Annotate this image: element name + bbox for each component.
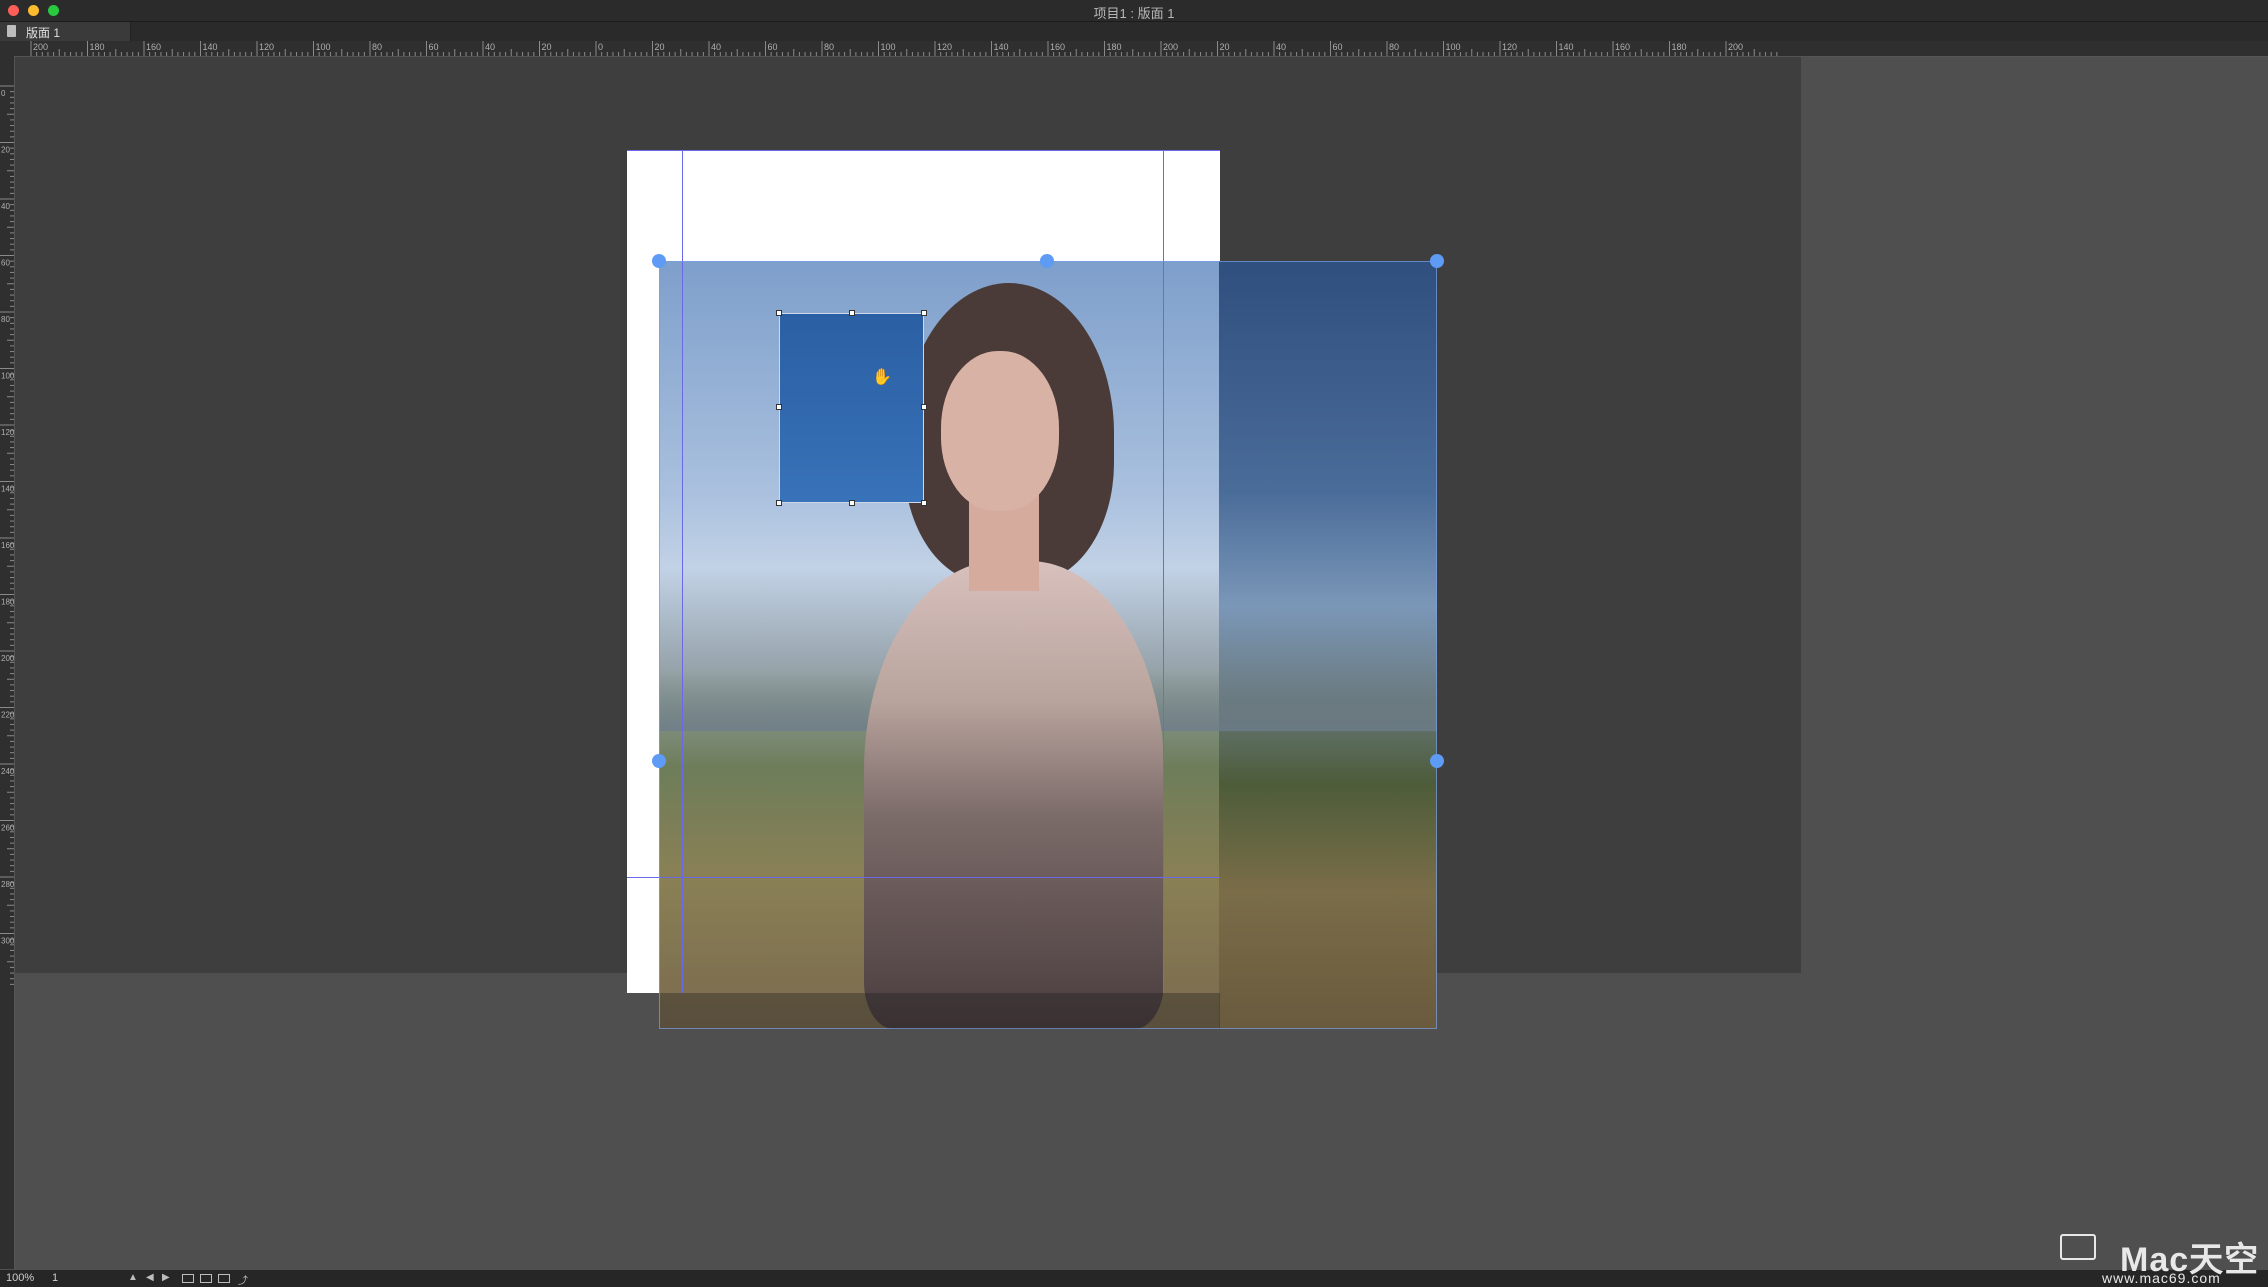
ruler-label: 260 <box>1 824 14 833</box>
resize-handle-top-right[interactable] <box>1430 254 1444 268</box>
ruler-label: 60 <box>768 42 778 52</box>
pasteboard[interactable]: ✋ <box>15 57 1801 1029</box>
ruler-label: 240 <box>1 767 14 776</box>
watermark-logo-icon <box>2060 1234 2096 1260</box>
ruler-label: 160 <box>146 42 161 52</box>
ruler-label: 80 <box>824 42 834 52</box>
ruler-label: 60 <box>1333 42 1343 52</box>
resize-handle-top-left[interactable] <box>652 254 666 268</box>
content-handle-bottom-right[interactable] <box>921 500 927 506</box>
ruler-label: 80 <box>1389 42 1399 52</box>
horizontal-ruler-ticks: 200 180 160 140 120 100 80 60 40 20 0 20 40 60 80 100 12… <box>30 41 1778 56</box>
ruler-label: 0 <box>1 89 6 98</box>
ruler-label: 40 <box>485 42 495 52</box>
ruler-label: 20 <box>542 42 552 52</box>
ruler-label: 120 <box>1502 42 1517 52</box>
ruler-label: 280 <box>1 880 14 889</box>
ruler-label: 100 <box>1446 42 1461 52</box>
status-bar: 100% 1 ▲ ◀ ▶ ⤴ <box>0 1270 2268 1287</box>
content-handle-top-left[interactable] <box>776 310 782 316</box>
ruler-label: 60 <box>429 42 439 52</box>
ruler-label: 180 <box>1107 42 1122 52</box>
hand-cursor-icon: ✋ <box>872 369 892 386</box>
previous-page-icon[interactable]: ◀ <box>146 1272 154 1283</box>
content-handle-top-center[interactable] <box>849 310 855 316</box>
view-mode-3-icon[interactable] <box>218 1274 230 1283</box>
resize-handle-middle-left[interactable] <box>652 754 666 768</box>
document-icon <box>7 25 16 37</box>
ruler-label: 160 <box>1615 42 1630 52</box>
title-bar: 项目1 : 版面 1 <box>0 0 2268 22</box>
guide-top-margin[interactable] <box>627 150 1220 151</box>
ruler-label: 80 <box>1 315 10 324</box>
ruler-label: 60 <box>1 259 10 268</box>
ruler-label: 180 <box>1672 42 1687 52</box>
ruler-label: 200 <box>1 654 14 663</box>
ruler-label: 180 <box>90 42 105 52</box>
ruler-label: 200 <box>1728 42 1743 52</box>
ruler-label: 200 <box>1163 42 1178 52</box>
ruler-label: 40 <box>711 42 721 52</box>
image-content-grabber[interactable] <box>779 313 924 503</box>
export-icon[interactable]: ⤴ <box>238 1272 248 1287</box>
ruler-label: 120 <box>937 42 952 52</box>
ruler-origin[interactable] <box>0 41 14 56</box>
content-handle-bottom-center[interactable] <box>849 500 855 506</box>
ruler-label: 100 <box>881 42 896 52</box>
ruler-label: 20 <box>1 146 10 155</box>
page-number-field[interactable]: 1 <box>52 1272 58 1284</box>
ruler-label: 200 <box>33 42 48 52</box>
window-title: 项目1 : 版面 1 <box>1093 6 1175 21</box>
resize-handle-top-center[interactable] <box>1040 254 1054 268</box>
ruler-label: 0 <box>598 42 603 52</box>
vertical-ruler[interactable]: 0 20 40 60 80 100 120 140 160 180 200 220 240 260 280 3… <box>0 56 15 1269</box>
first-page-icon[interactable]: ▲ <box>128 1272 138 1283</box>
ruler-label: 140 <box>203 42 218 52</box>
ruler-label: 180 <box>1 598 14 607</box>
tab-layout-1[interactable]: 版面 1 <box>0 22 131 41</box>
content-handle-bottom-left[interactable] <box>776 500 782 506</box>
ruler-label: 20 <box>655 42 665 52</box>
view-mode-2-icon[interactable] <box>200 1274 212 1283</box>
ruler-label: 100 <box>1 372 14 381</box>
horizontal-ruler[interactable]: 200 180 160 140 120 100 80 60 40 20 0 20 40 60 80 100 12… <box>14 41 2268 57</box>
ruler-label: 220 <box>1 711 14 720</box>
ruler-label: 160 <box>1050 42 1065 52</box>
ruler-label: 140 <box>1 485 14 494</box>
ruler-label: 40 <box>1276 42 1286 52</box>
ruler-label: 120 <box>259 42 274 52</box>
watermark-url: www.mac69.com <box>2102 1270 2221 1286</box>
vertical-ruler-ticks: 0 20 40 60 80 100 120 140 160 180 200 220 240 260 280 3… <box>0 85 15 985</box>
zoom-level[interactable]: 100% <box>6 1272 34 1284</box>
tab-label: 版面 1 <box>26 26 61 40</box>
view-mode-1-icon[interactable] <box>182 1274 194 1283</box>
content-handle-top-right[interactable] <box>921 310 927 316</box>
ruler-label: 20 <box>1220 42 1230 52</box>
content-handle-middle-right[interactable] <box>921 404 927 410</box>
ruler-label: 160 <box>1 541 14 550</box>
ruler-label: 80 <box>372 42 382 52</box>
ruler-label: 120 <box>1 428 14 437</box>
resize-handle-middle-right[interactable] <box>1430 754 1444 768</box>
content-handle-middle-left[interactable] <box>776 404 782 410</box>
ruler-label: 300 <box>1 937 14 946</box>
selection-bounds <box>659 261 1437 1029</box>
ruler-label: 140 <box>1559 42 1574 52</box>
ruler-label: 140 <box>994 42 1009 52</box>
next-page-icon[interactable]: ▶ <box>162 1272 170 1283</box>
tab-bar: 版面 1 <box>0 22 2268 41</box>
ruler-label: 100 <box>316 42 331 52</box>
ruler-label: 40 <box>1 202 10 211</box>
